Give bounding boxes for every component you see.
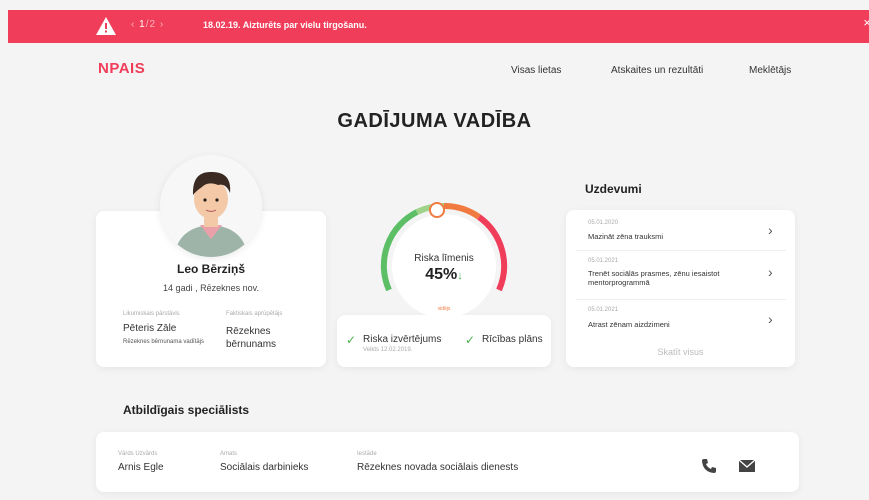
risk-assessment-date: Veikts 12.02.2019. — [363, 347, 413, 353]
page-title: GADĪJUMA VADĪBA — [337, 110, 532, 132]
risk-label: Riska līmenis — [414, 253, 474, 264]
nav-item-all-cases[interactable]: Visas lietas — [511, 65, 561, 76]
check-icon: ✓ — [346, 333, 357, 347]
nav-item-reports[interactable]: Atskaites un rezultāti — [611, 65, 703, 76]
alert-pager: ‹ 1/2 › — [131, 19, 164, 30]
alert-bar: ‹ 1/2 › 18.02.19. Aizturēts par vielu ti… — [8, 10, 869, 43]
tasks-view-all-link[interactable]: Skatīt visus — [566, 347, 795, 357]
specialist-role-label: Amats — [220, 451, 238, 457]
divider — [576, 299, 786, 300]
person-name: Leo Bērziņš — [176, 262, 245, 276]
task-text: Mazināt zēna trauksmi — [588, 232, 664, 241]
specialist-name: Arnis Egle — [118, 462, 164, 473]
mail-icon[interactable] — [738, 457, 756, 475]
task-date: 05.01.2021 — [588, 307, 619, 313]
avatar — [160, 155, 262, 257]
nav-item-search[interactable]: Meklētājs — [749, 65, 791, 76]
specialist-title: Atbildīgais speciālists — [123, 403, 250, 417]
warning-icon — [96, 17, 116, 35]
guardian-note: Rēzeknes bērnunama vadītājs — [123, 339, 205, 345]
task-date: 05.01.2021 — [588, 258, 619, 264]
alert-pager-total: 2 — [149, 19, 157, 30]
task-text: Atrast zēnam aizdzimeni — [588, 320, 670, 329]
divider — [576, 250, 786, 251]
check-icon: ✓ — [465, 333, 476, 347]
guardian-label: Likumiskais pārstāvis — [123, 311, 180, 317]
chevron-right-icon[interactable]: › — [768, 311, 773, 327]
gauge-indicator — [429, 202, 445, 218]
trend-down-icon: ↓ — [457, 270, 463, 282]
risk-percent: 45% — [425, 266, 458, 283]
specialist-org: Rēzeknes novada sociālais dienests — [357, 462, 519, 473]
chevron-right-icon[interactable]: › — [768, 264, 773, 280]
person-subtitle: 14 gadi , Rēzeknes nov. — [163, 283, 259, 293]
action-plan-link[interactable]: Rīcības plāns — [482, 334, 543, 345]
specialist-role: Sociālais darbinieks — [220, 462, 309, 473]
risk-assessment-link[interactable]: Riska izvērtējums — [363, 334, 441, 345]
guardian-name: Pēteris Zāle — [123, 323, 177, 334]
risk-value: 45%↓ — [396, 266, 492, 284]
alert-prev-button[interactable]: ‹ — [131, 19, 135, 30]
alert-close-button[interactable]: × — [863, 15, 869, 30]
phone-icon[interactable] — [700, 457, 718, 475]
brand-logo[interactable]: NPAIS — [98, 60, 145, 77]
task-date: 05.01.2020 — [588, 220, 619, 226]
alert-message[interactable]: 18.02.19. Aizturēts par vielu tirgošanu. — [203, 20, 367, 30]
specialist-name-label: Vārds Uzvārds — [118, 451, 158, 457]
specialist-org-label: Iestāde — [357, 451, 377, 457]
tasks-title: Uzdevumi — [585, 182, 642, 196]
caretaker-label: Faktiskais aprūpētājs — [226, 311, 283, 317]
task-text: Trenēt sociālās prasmes, zēnu iesaistot … — [588, 269, 720, 287]
chevron-right-icon[interactable]: › — [768, 222, 773, 238]
caretaker-name: Rēzeknes bērnunams — [226, 326, 277, 350]
alert-next-button[interactable]: › — [160, 19, 164, 30]
risk-level: vidējs — [437, 306, 451, 312]
